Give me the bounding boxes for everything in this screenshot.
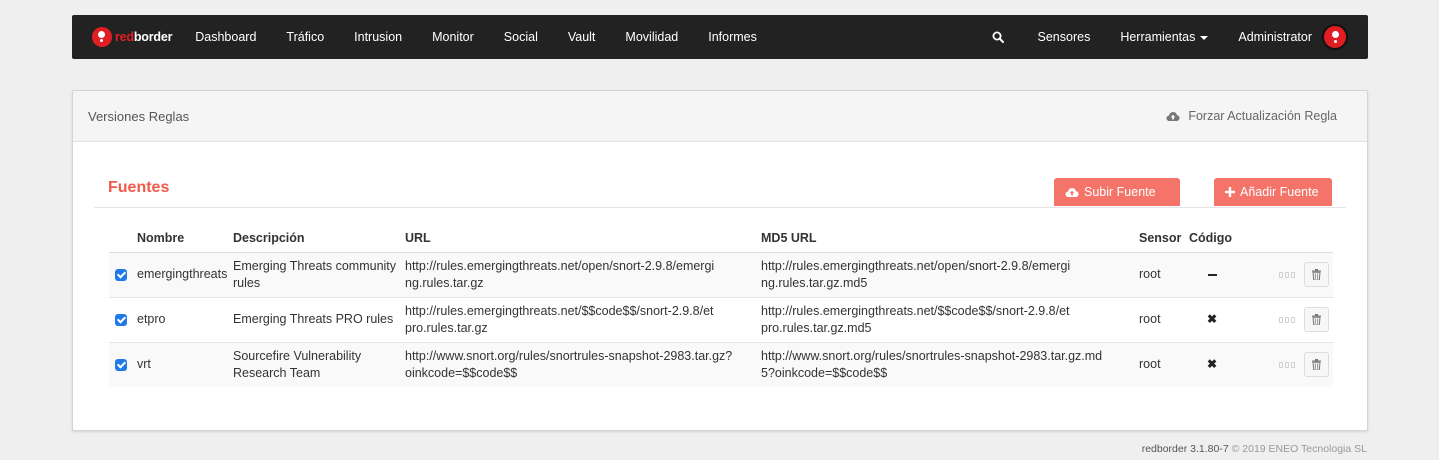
trash-icon xyxy=(1312,359,1321,371)
cloud-upload-icon xyxy=(1065,187,1079,198)
checkbox-icon[interactable] xyxy=(115,313,127,326)
brand-logo[interactable]: redborder xyxy=(92,15,172,59)
top-navbar: redborder Dashboard Tráfico Intrusion Mo… xyxy=(72,15,1368,59)
nav-administrator[interactable]: Administrator xyxy=(1223,15,1312,59)
avatar-icon[interactable] xyxy=(1322,24,1348,50)
nav-herramientas-label: Herramientas xyxy=(1120,30,1196,44)
delete-button[interactable] xyxy=(1304,262,1329,287)
sources-header: Fuentes Subir Fuente Añadir Fuente xyxy=(94,176,1346,208)
source-sensor: root xyxy=(1135,342,1185,387)
column-header: Nombre xyxy=(133,224,229,253)
upload-source-button[interactable]: Subir Fuente xyxy=(1054,178,1180,206)
source-name: etpro xyxy=(133,297,229,343)
source-name: vrt xyxy=(133,342,229,387)
nav-dashboard[interactable]: Dashboard xyxy=(180,15,271,59)
force-update-label: Forzar Actualización Regla xyxy=(1188,109,1337,123)
column-header: URL xyxy=(401,224,757,253)
toggle-icon[interactable] xyxy=(1278,361,1295,368)
nav-monitor[interactable]: Monitor xyxy=(417,15,489,59)
logo-icon xyxy=(92,27,112,47)
table-row: vrt Sourcefire Vulnerability Research Te… xyxy=(109,342,1333,387)
force-update-button[interactable]: Forzar Actualización Regla xyxy=(1166,109,1337,123)
upload-source-label: Subir Fuente xyxy=(1084,185,1156,199)
delete-button[interactable] xyxy=(1304,307,1329,332)
source-url: http://rules.emergingthreats.net/$$code$… xyxy=(401,297,757,343)
panel-heading: Versiones Reglas Forzar Actualización Re… xyxy=(73,91,1367,142)
table-row: etpro Emerging Threats PRO rules http://… xyxy=(109,297,1333,343)
column-header: Código xyxy=(1185,224,1235,253)
times-icon: ✖ xyxy=(1206,357,1218,372)
add-source-label: Añadir Fuente xyxy=(1240,185,1319,199)
nav-movilidad[interactable]: Movilidad xyxy=(610,15,693,59)
trash-icon xyxy=(1312,314,1321,325)
source-name: emergingthreats xyxy=(133,252,229,298)
dash-icon xyxy=(1207,273,1217,276)
source-sensor: root xyxy=(1135,297,1185,343)
source-sensor: root xyxy=(1135,252,1185,298)
source-md5-url: http://rules.emergingthreats.net/open/sn… xyxy=(757,252,1135,298)
page-footer: redborder 3.1.80-7 © 2019 ENEO Tecnologi… xyxy=(1142,443,1367,455)
sources-table: Nombre Descripción URL MD5 URL Sensor Có… xyxy=(109,224,1333,387)
sources-title: Fuentes xyxy=(108,179,170,196)
nav-social[interactable]: Social xyxy=(489,15,553,59)
plus-icon xyxy=(1225,187,1235,197)
nav-informes[interactable]: Informes xyxy=(693,15,772,59)
source-description: Sourcefire Vulnerability Research Team xyxy=(229,342,401,387)
nav-sensores[interactable]: Sensores xyxy=(1023,15,1106,59)
delete-button[interactable] xyxy=(1304,352,1329,378)
source-md5-url: http://rules.emergingthreats.net/$$code$… xyxy=(757,297,1135,343)
source-url: http://www.snort.org/rules/snortrules-sn… xyxy=(401,342,757,387)
trash-icon xyxy=(1312,269,1321,280)
nav-herramientas-dropdown[interactable]: Herramientas xyxy=(1105,15,1223,59)
footer-product: redborder 3.1.80-7 xyxy=(1141,443,1229,455)
checkbox-icon[interactable] xyxy=(115,268,127,281)
toggle-icon[interactable] xyxy=(1278,316,1295,323)
nav-trafico[interactable]: Tráfico xyxy=(271,15,339,59)
brand-name: redborder xyxy=(115,30,173,44)
search-icon[interactable] xyxy=(983,15,1013,59)
cloud-upload-icon xyxy=(1166,111,1180,122)
column-header: Descripción xyxy=(229,224,401,253)
checkbox-icon[interactable] xyxy=(115,358,127,371)
source-description: Emerging Threats community rules xyxy=(229,252,401,298)
add-source-button[interactable]: Añadir Fuente xyxy=(1214,178,1332,206)
column-header: MD5 URL xyxy=(757,224,1135,253)
nav-intrusion[interactable]: Intrusion xyxy=(339,15,417,59)
caret-down-icon xyxy=(1200,35,1209,40)
times-icon: ✖ xyxy=(1206,312,1218,326)
source-md5-url: http://www.snort.org/rules/snortrules-sn… xyxy=(757,342,1135,387)
column-header: Sensor xyxy=(1135,224,1185,253)
toggle-icon[interactable] xyxy=(1278,271,1295,278)
source-url: http://rules.emergingthreats.net/open/sn… xyxy=(401,252,757,298)
navbar-right: Sensores Herramientas Administrator xyxy=(983,15,1368,59)
rules-versions-panel: Versiones Reglas Forzar Actualización Re… xyxy=(72,90,1368,431)
table-header-row: Nombre Descripción URL MD5 URL Sensor Có… xyxy=(109,224,1333,253)
table-row: emergingthreats Emerging Threats communi… xyxy=(109,252,1333,298)
nav-vault[interactable]: Vault xyxy=(553,15,611,59)
footer-copyright: © 2019 ENEO Tecnologia SL xyxy=(1231,443,1367,455)
panel-title: Versiones Reglas xyxy=(88,108,190,124)
source-description: Emerging Threats PRO rules xyxy=(229,297,401,343)
